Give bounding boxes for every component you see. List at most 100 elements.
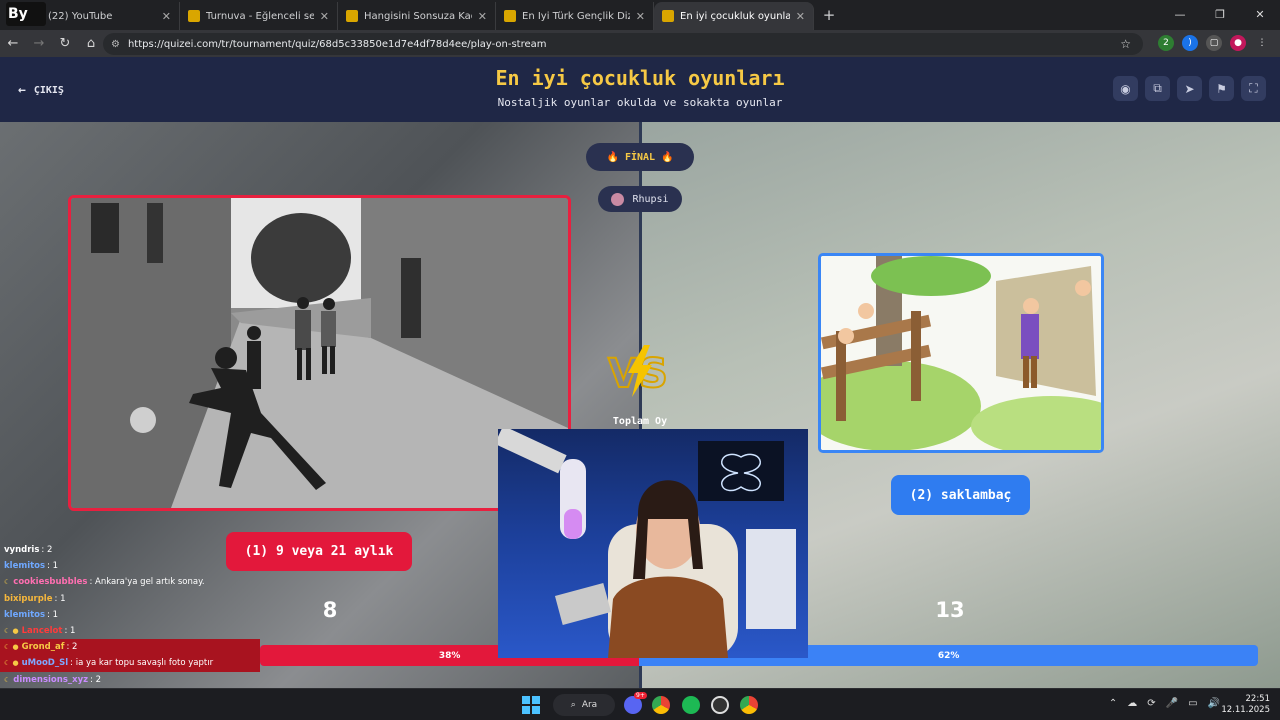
chat-message: bixipurple: 1 — [0, 591, 260, 607]
chevron-up-icon[interactable]: ⌃ — [1109, 698, 1117, 709]
profile-avatar[interactable]: ● — [1230, 35, 1246, 51]
cloud-icon[interactable]: ☁ — [1127, 698, 1137, 709]
translate-extension-icon[interactable]: ) — [1182, 35, 1198, 51]
windows-start-icon[interactable] — [522, 696, 540, 714]
url-field[interactable]: ⚙ https://quizei.com/tr/tournament/quiz/… — [103, 33, 1143, 55]
window-controls: — ❐ ✕ — [1160, 0, 1280, 28]
chat-username[interactable]: Lancelot — [22, 626, 63, 636]
close-tab-icon[interactable]: ✕ — [320, 10, 329, 23]
chat-username[interactable]: cookiesbubbles — [13, 577, 87, 587]
host-name: Rhupsi — [632, 193, 669, 205]
network-icon[interactable]: ▭ — [1188, 698, 1197, 709]
extensions-area: 2 ) ▢ ● ⋮ — [1158, 35, 1270, 51]
stream-logo: By — [6, 2, 46, 26]
eye-icon[interactable]: ◉ — [1113, 76, 1138, 101]
discord-badge: 9+ — [634, 692, 647, 699]
sync-icon[interactable]: ⟳ — [1147, 698, 1155, 709]
left-vote-count: 8 — [322, 598, 338, 622]
right-percent: 62% — [937, 650, 960, 661]
round-badge: 🔥 FİNAL 🔥 — [586, 143, 694, 171]
chat-message: ☾ ● Grond_af: 2 — [0, 639, 260, 656]
extension-shield-icon[interactable]: 2 — [1158, 35, 1174, 51]
tab-cocukluk-oyunlari[interactable]: En iyi çocukluk oyunları - Tier L ✕ — [654, 2, 814, 30]
chat-text: : ia ya kar topu savaşlı foto yaptır — [70, 658, 214, 669]
hide-and-seek-illustration — [821, 256, 1101, 450]
close-tab-icon[interactable]: ✕ — [796, 10, 805, 23]
fullscreen-icon[interactable]: ⛶ — [1241, 76, 1266, 101]
volume-icon[interactable]: 🔊 — [1208, 698, 1220, 709]
home-icon[interactable]: ⌂ — [78, 36, 104, 51]
chat-text: : Ankara'ya gel artık sonay. — [89, 577, 205, 588]
close-window-icon[interactable]: ✕ — [1240, 0, 1280, 28]
back-icon[interactable]: ← — [0, 36, 26, 51]
vs-lightning-icon: VS — [607, 345, 669, 398]
url-text: https://quizei.com/tr/tournament/quiz/68… — [127, 38, 547, 50]
quizei-icon — [504, 10, 516, 22]
option-left-label: (1) 9 veya 21 aylık — [244, 544, 394, 559]
clock-date: 12.11.2025 — [1221, 705, 1270, 715]
reload-icon[interactable]: ↻ — [52, 36, 78, 51]
tab-turnuva[interactable]: Turnuva - Eğlenceli seçimler ya ✕ — [180, 2, 338, 30]
right-vote-count: 13 — [935, 598, 965, 622]
tab-label: En İyi Türk Gençlik Dizileri - Tier — [522, 10, 630, 22]
chat-message: klemitos: 1 — [0, 607, 260, 623]
option-right-image[interactable] — [818, 253, 1104, 453]
chat-text: : 2 — [66, 642, 78, 653]
chat-username[interactable]: Grond_af — [22, 642, 65, 652]
chat-username[interactable]: uMooD_Sl — [22, 658, 69, 668]
menu-dots-icon[interactable]: ⋮ — [1254, 35, 1270, 51]
chat-username[interactable]: klemitos — [4, 610, 45, 620]
tab-hangisini[interactable]: Hangisini Sonsuza Kadar Yasakl ✕ — [338, 2, 496, 30]
chat-message: ☾ dimensions_xyz: 2 — [0, 672, 260, 688]
option-right-button[interactable]: (2) saklambaç — [891, 475, 1030, 515]
tab-label: En iyi çocukluk oyunları - Tier L — [680, 10, 790, 22]
chat-message: klemitos: 1 — [0, 558, 260, 574]
chat-username[interactable]: bixipurple — [4, 594, 53, 604]
maximize-icon[interactable]: ❐ — [1200, 0, 1240, 28]
spotify-icon[interactable] — [682, 696, 700, 714]
puzzle-icon[interactable]: ▢ — [1206, 35, 1222, 51]
clock-time: 22:51 — [1245, 694, 1271, 704]
chat-badge-icon: ☾ ● — [4, 643, 19, 652]
chat-text: : 2 — [41, 545, 53, 556]
chat-badge-icon: ☾ ● — [4, 627, 19, 636]
close-tab-icon[interactable]: ✕ — [162, 10, 171, 23]
send-icon[interactable]: ➤ — [1177, 76, 1202, 101]
quiz-title: En iyi çocukluk oyunları — [495, 66, 785, 90]
close-tab-icon[interactable]: ✕ — [478, 10, 487, 23]
address-bar-row: ← → ↻ ⌂ ⚙ https://quizei.com/tr/tourname… — [0, 30, 1280, 57]
quizei-icon — [188, 10, 200, 22]
chat-message: ☾ cookiesbubbles: Ankara'ya gel artık son… — [0, 574, 260, 590]
forward-icon[interactable]: → — [26, 36, 52, 51]
chat-text: : 2 — [90, 674, 102, 685]
new-tab-button[interactable]: + — [818, 6, 840, 24]
chat-badge-icon: ☾ — [4, 675, 11, 684]
chrome-active-icon[interactable] — [740, 696, 758, 714]
chat-text: : 1 — [64, 626, 76, 637]
quizei-icon — [346, 10, 358, 22]
system-tray: ⌃ ☁ ⟳ 🎤 ▭ 🔊 — [1109, 698, 1220, 709]
chat-username[interactable]: klemitos — [4, 561, 45, 571]
chat-badge-icon: ☾ ● — [4, 659, 19, 668]
option-left-image[interactable] — [68, 195, 571, 511]
tab-genclik-dizileri[interactable]: En İyi Türk Gençlik Dizileri - Tier ✕ — [496, 2, 654, 30]
webcam-scene — [498, 429, 796, 658]
taskbar-search[interactable]: ⌕ Ara — [553, 694, 615, 716]
chrome-icon[interactable] — [652, 696, 670, 714]
search-label: Ara — [581, 700, 598, 710]
chat-username[interactable]: dimensions_xyz — [13, 675, 88, 685]
avatar — [611, 192, 625, 206]
chat-username[interactable]: vyndris — [4, 545, 39, 555]
chat-text: : 1 — [47, 561, 59, 572]
minimize-icon[interactable]: — — [1160, 0, 1200, 28]
site-info-icon[interactable]: ⚙ — [111, 39, 120, 50]
close-tab-icon[interactable]: ✕ — [636, 10, 645, 23]
browser-tab-bar: (22) YouTube ✕ Turnuva - Eğlenceli seçim… — [0, 0, 1280, 30]
host-badge: Rhupsi — [598, 186, 682, 212]
copy-icon[interactable]: ⧉ — [1145, 76, 1170, 101]
bookmark-star-icon[interactable]: ☆ — [1120, 37, 1131, 51]
flag-icon[interactable]: ⚑ — [1209, 76, 1234, 101]
obs-icon[interactable] — [711, 696, 729, 714]
taskbar-clock[interactable]: 22:51 12.11.2025 — [1221, 694, 1270, 716]
microphone-icon[interactable]: 🎤 — [1166, 698, 1178, 709]
